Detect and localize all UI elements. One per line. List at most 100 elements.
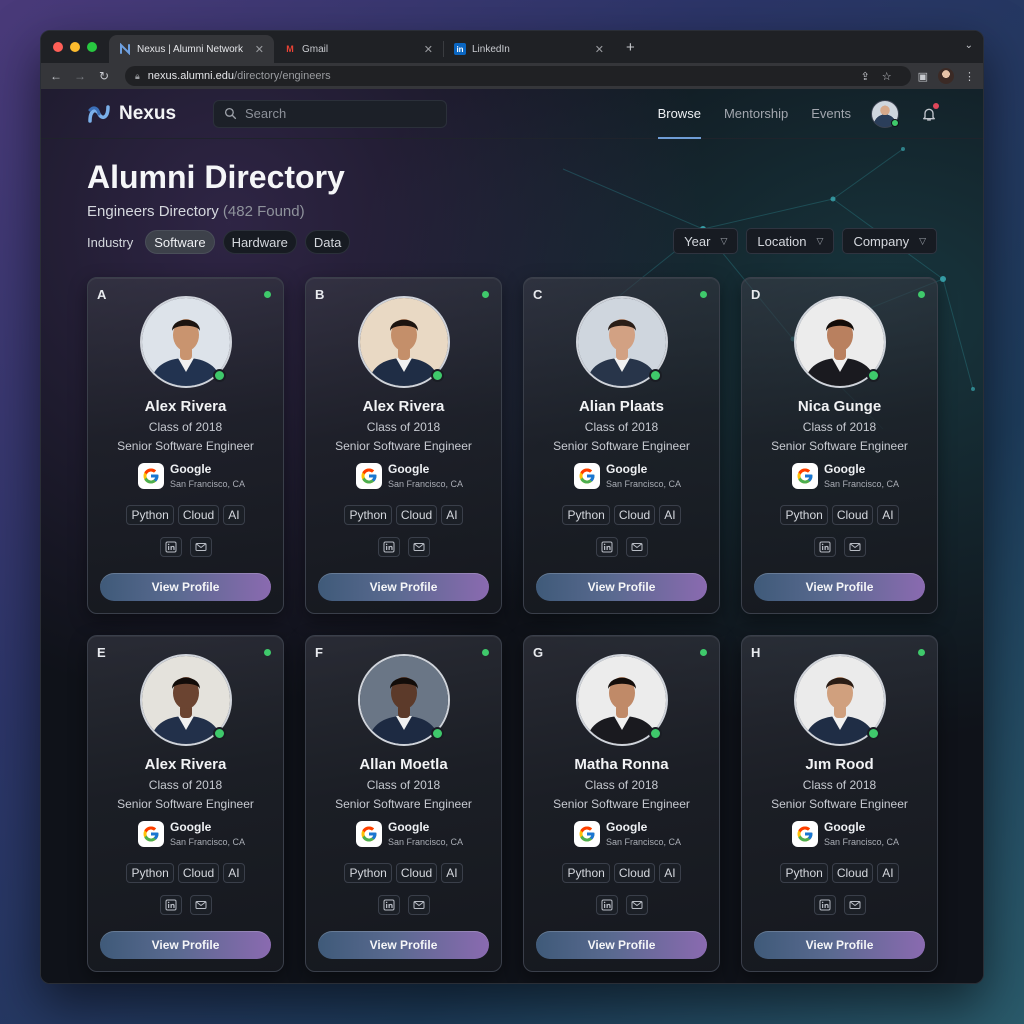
new-tab-button[interactable]: +	[626, 39, 635, 56]
skill-tag[interactable]: AI	[877, 863, 899, 883]
year-dropdown[interactable]: Year ▽	[673, 228, 739, 254]
brand[interactable]: Nexus	[87, 102, 213, 126]
address-bar[interactable]: 🔒︎ nexus.alumni.edu/directory/engineers	[125, 66, 911, 86]
nav-mentorship[interactable]: Mentorship	[724, 89, 788, 139]
chip-data[interactable]: Data	[304, 230, 351, 254]
email-button[interactable]	[843, 895, 866, 915]
close-window-button[interactable]	[53, 42, 63, 52]
email-button[interactable]	[843, 537, 866, 557]
email-button[interactable]	[189, 537, 212, 557]
linkedin-button[interactable]	[595, 537, 618, 557]
alumni-card[interactable]: E Alex Rivera Class of 2018 Senior Softw…	[87, 635, 284, 972]
alumni-name[interactable]: Allan Moetla	[306, 756, 501, 773]
linkedin-button[interactable]	[595, 895, 618, 915]
linkedin-button[interactable]	[813, 537, 836, 557]
skill-tag[interactable]: AI	[441, 505, 463, 525]
skill-tag[interactable]: AI	[223, 505, 245, 525]
alumni-name[interactable]: Matha Ronna	[524, 756, 719, 773]
skill-tag[interactable]: Cloud	[831, 863, 874, 883]
profile-photo[interactable]	[576, 296, 668, 388]
search-box[interactable]	[213, 99, 447, 128]
alumni-name[interactable]: Jιm Rood	[742, 756, 937, 773]
linkedin-button[interactable]	[377, 895, 400, 915]
minimize-window-button[interactable]	[70, 42, 80, 52]
alumni-name[interactable]: Nica Gunge	[742, 398, 937, 415]
profile-photo[interactable]	[358, 654, 450, 746]
chip-software[interactable]: Software	[145, 230, 215, 254]
skill-tag[interactable]: Cloud	[613, 863, 656, 883]
close-tab-icon[interactable]: ✕	[255, 43, 264, 56]
browser-tab-linkedin[interactable]: in LinkedIn ✕	[444, 41, 614, 57]
view-profile-button[interactable]: View Profile	[754, 931, 925, 959]
notifications-button[interactable]	[921, 102, 939, 122]
linkedin-button[interactable]	[813, 895, 836, 915]
view-profile-button[interactable]: View Profile	[536, 931, 707, 959]
profile-photo[interactable]	[140, 296, 232, 388]
view-profile-button[interactable]: View Profile	[536, 573, 707, 601]
email-button[interactable]	[407, 537, 430, 557]
skill-tag[interactable]: Cloud	[831, 505, 874, 525]
company-dropdown[interactable]: Company ▽	[842, 228, 937, 254]
reload-icon[interactable]: ↻	[97, 69, 111, 83]
close-tab-icon[interactable]: ✕	[595, 43, 604, 56]
close-tab-icon[interactable]: ✕	[424, 43, 433, 56]
view-profile-button[interactable]: View Profile	[100, 931, 271, 959]
skill-tag[interactable]: Cloud	[395, 863, 438, 883]
linkedin-button[interactable]	[159, 895, 182, 915]
alumni-card[interactable]: A Alex Rivera Class of 2018 Senior Softw…	[87, 277, 284, 614]
maximize-window-button[interactable]	[87, 42, 97, 52]
alumni-name[interactable]: Alian Plaats	[524, 398, 719, 415]
email-button[interactable]	[625, 537, 648, 557]
star-icon[interactable]: ☆	[882, 70, 892, 83]
skill-tag[interactable]: Cloud	[613, 505, 656, 525]
chevron-down-icon[interactable]: ⌄	[965, 40, 973, 51]
location-dropdown[interactable]: Location ▽	[746, 228, 835, 254]
email-button[interactable]	[189, 895, 212, 915]
skill-tag[interactable]: AI	[659, 863, 681, 883]
alumni-name[interactable]: Alex Rivera	[88, 398, 283, 415]
user-avatar[interactable]	[871, 99, 899, 128]
skill-tag[interactable]: AI	[659, 505, 681, 525]
browser-tab-nexus[interactable]: Nexus | Alumni Network ✕	[109, 35, 274, 63]
alumni-card[interactable]: F Allan Moetla Class of 2018 Senior Soft…	[305, 635, 502, 972]
profile-photo[interactable]	[140, 654, 232, 746]
linkedin-button[interactable]	[377, 537, 400, 557]
alumni-card[interactable]: H Jιm Rood Class of 2018 Senior Software…	[741, 635, 938, 972]
skill-tag[interactable]: Cloud	[177, 863, 220, 883]
back-arrow-icon[interactable]: ←	[49, 69, 63, 83]
chip-hardware[interactable]: Hardware	[222, 230, 297, 254]
profile-photo[interactable]	[576, 654, 668, 746]
alumni-name[interactable]: Alex Rivera	[306, 398, 501, 415]
skill-tag[interactable]: Python	[780, 505, 828, 525]
skill-tag[interactable]: Python	[780, 863, 828, 883]
search-input[interactable]	[245, 106, 425, 121]
skill-tag[interactable]: Cloud	[395, 505, 438, 525]
browser-profile-avatar[interactable]	[938, 68, 954, 84]
alumni-card[interactable]: G Matha Ronna Class of 2018 Senior Softw…	[523, 635, 720, 972]
forward-arrow-icon[interactable]: →	[73, 69, 87, 83]
view-profile-button[interactable]: View Profile	[100, 573, 271, 601]
view-profile-button[interactable]: View Profile	[318, 931, 489, 959]
skill-tag[interactable]: Cloud	[177, 505, 220, 525]
email-button[interactable]	[407, 895, 430, 915]
view-profile-button[interactable]: View Profile	[318, 573, 489, 601]
profile-photo[interactable]	[358, 296, 450, 388]
linkedin-button[interactable]	[159, 537, 182, 557]
skill-tag[interactable]: Python	[126, 863, 174, 883]
profile-photo[interactable]	[794, 654, 886, 746]
alumni-name[interactable]: Alex Rivera	[88, 756, 283, 773]
browser-tab-gmail[interactable]: M Gmail ✕	[274, 41, 444, 57]
skill-tag[interactable]: Python	[344, 505, 392, 525]
profile-photo[interactable]	[794, 296, 886, 388]
share-icon[interactable]: ⇪	[861, 70, 870, 83]
view-profile-button[interactable]: View Profile	[754, 573, 925, 601]
alumni-card[interactable]: D Nica Gunge Class of 2018 Senior Softwa…	[741, 277, 938, 614]
skill-tag[interactable]: Python	[562, 505, 610, 525]
skill-tag[interactable]: AI	[223, 863, 245, 883]
skill-tag[interactable]: Python	[562, 863, 610, 883]
alumni-card[interactable]: B Alex Rivera Class of 2018 Senior Softw…	[305, 277, 502, 614]
kebab-menu-icon[interactable]: ⋮	[964, 70, 975, 83]
nav-browse[interactable]: Browse	[657, 89, 702, 139]
nav-events[interactable]: Events	[811, 89, 851, 139]
email-button[interactable]	[625, 895, 648, 915]
